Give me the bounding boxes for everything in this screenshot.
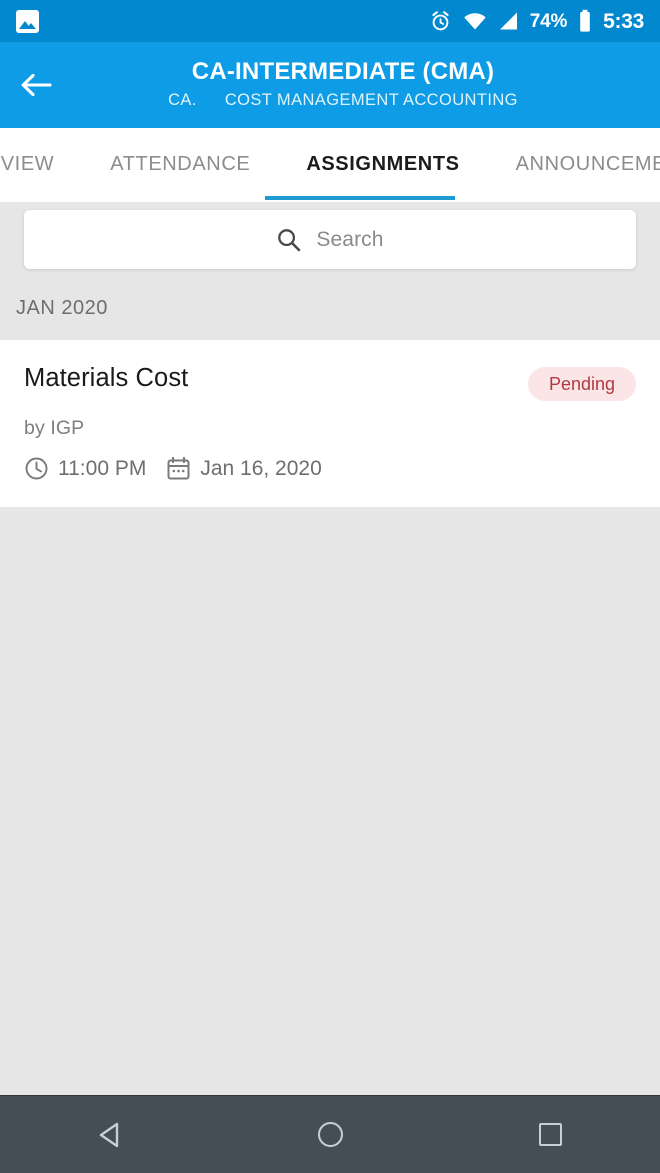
alarm-clock-icon <box>432 10 449 30</box>
tab-strip[interactable]: OVERVIEW ATTENDANCE ASSIGNMENTS ANNOUNCE… <box>0 128 660 200</box>
assignment-title: Materials Cost <box>24 364 189 392</box>
assignment-date-group: Jan 16, 2020 <box>166 456 322 481</box>
assignment-time-group: 11:00 PM <box>24 456 146 481</box>
month-section-header: JAN 2020 <box>16 297 108 319</box>
tab-overview[interactable]: OVERVIEW <box>0 153 82 176</box>
search-inner: Search <box>276 227 383 253</box>
assignment-meta: 11:00 PM Jan 16, 2020 <box>24 456 636 481</box>
nav-home-button[interactable] <box>270 1096 390 1173</box>
page-subtitle: CA. COST MANAGEMENT ACCOUNTING <box>168 90 518 111</box>
search-bar[interactable]: Search <box>24 210 636 269</box>
nav-recents-button[interactable] <box>490 1096 610 1173</box>
system-navigation-bar <box>0 1095 660 1173</box>
status-badge: Pending <box>527 367 636 401</box>
app-bar-titles: CA-INTERMEDIATE (CMA) CA. COST MANAGEMENT… <box>72 58 614 111</box>
app-bar: CA-INTERMEDIATE (CMA) CA. COST MANAGEMENT… <box>0 42 660 128</box>
search-section: Search <box>0 202 660 269</box>
status-bar: 74% 5:33 <box>0 0 660 42</box>
cellular-signal-icon <box>499 12 517 30</box>
status-bar-system-icons: 74% 5:33 <box>429 9 644 33</box>
calendar-icon <box>167 456 190 480</box>
content-area: Search JAN 2020 Materials Cost Pending b… <box>0 202 660 1095</box>
back-button[interactable] <box>0 42 72 128</box>
assignment-date: Jan 16, 2020 <box>200 456 322 480</box>
battery-icon <box>580 9 590 32</box>
tab-bar: OVERVIEW ATTENDANCE ASSIGNMENTS ANNOUNCE… <box>0 128 660 202</box>
app-screen: 74% 5:33 CA-INTERMEDIATE (CMA) CA. COST M… <box>0 0 660 1173</box>
tab-active-indicator <box>265 196 455 200</box>
battery-percent-label: 74% <box>529 10 568 32</box>
back-arrow-icon <box>21 73 52 97</box>
search-input[interactable]: Search <box>316 228 383 252</box>
status-bar-notifications <box>16 9 39 33</box>
wifi-icon <box>463 13 486 30</box>
page-title: CA-INTERMEDIATE (CMA) <box>191 58 495 86</box>
triangle-back-icon <box>99 1122 119 1147</box>
assignment-list-item[interactable]: Materials Cost Pending by IGP 11:00 PM J… <box>0 340 660 507</box>
assignment-author: by IGP <box>24 417 85 439</box>
search-icon <box>278 228 301 251</box>
assignment-card-header: Materials Cost Pending <box>24 364 636 401</box>
circle-home-icon <box>317 1122 343 1147</box>
clock-icon <box>25 457 48 480</box>
tab-announcements[interactable]: ANNOUNCEMENTS <box>488 153 660 176</box>
status-bar-clock: 5:33 <box>603 9 644 33</box>
subtitle-course-code: CA. <box>168 91 197 110</box>
tab-assignments[interactable]: ASSIGNMENTS <box>278 153 487 176</box>
nav-back-button[interactable] <box>50 1096 170 1173</box>
subtitle-course-name: COST MANAGEMENT ACCOUNTING <box>224 91 518 110</box>
assignment-time: 11:00 PM <box>58 456 147 480</box>
square-recents-icon <box>538 1123 562 1146</box>
photo-icon <box>16 9 39 33</box>
tab-attendance[interactable]: ATTENDANCE <box>82 153 278 176</box>
